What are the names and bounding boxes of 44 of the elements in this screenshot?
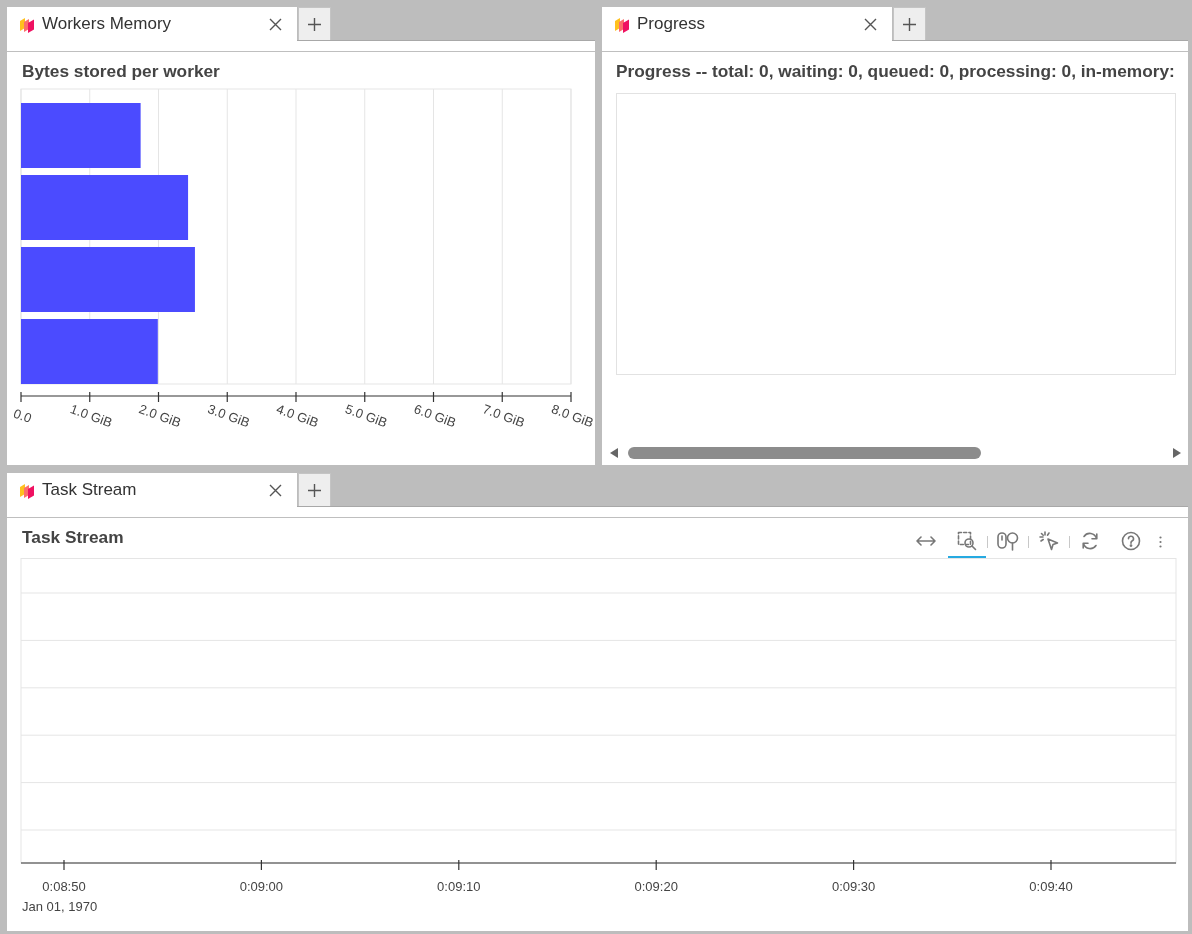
add-tab-button[interactable]: [298, 7, 331, 40]
cursor-click-icon: [1038, 531, 1059, 551]
axis-tick-label: 0:09:00: [239, 879, 284, 894]
axis-tick-label: 7.0 GiB: [480, 401, 527, 431]
axis-tick-label: 0:09:20: [634, 879, 678, 894]
more-options-icon[interactable]: [1159, 536, 1162, 548]
axis-tick-label: 4.0 GiB: [274, 401, 321, 431]
plus-icon: [308, 483, 321, 497]
axis-tick-label: 0:09:10: [437, 879, 481, 894]
axis-tick-label: 1.0 GiB: [68, 401, 115, 431]
tab[interactable]: Workers Memory: [7, 7, 297, 41]
close-icon[interactable]: [269, 17, 282, 31]
box-zoom-icon: [956, 531, 977, 551]
horizontal-arrows-icon: [915, 536, 936, 546]
add-tab-button[interactable]: [298, 473, 331, 506]
chart-title: Bytes stored per worker: [22, 61, 220, 81]
close-icon[interactable]: [864, 17, 877, 31]
axis-tick-label: 8.0 GiB: [549, 401, 595, 431]
help-icon: [1120, 531, 1141, 551]
tab[interactable]: Progress: [602, 7, 892, 41]
axis-tick-label: 3.0 GiB: [205, 401, 252, 431]
axis-tick-label: 0:08:50: [42, 879, 86, 894]
scroll-left-icon[interactable]: [610, 447, 618, 458]
scroll-right-icon[interactable]: [1173, 447, 1181, 458]
scrollbar-thumb[interactable]: [628, 446, 981, 459]
refresh-icon: [1079, 531, 1100, 551]
plus-icon: [308, 17, 321, 31]
blocks-icon: [615, 15, 629, 33]
plus-icon: [903, 17, 916, 31]
axis-tick-label: 0:09:30: [831, 879, 876, 894]
axis-tick-label: 6.0 GiB: [412, 401, 458, 431]
blocks-icon: [20, 15, 34, 33]
progress-title: Progress -- total: 0, waiting: 0, queued: 0, processing: 0, in-memory:: [616, 61, 1175, 81]
chart-title: Task Stream: [22, 527, 124, 547]
axis-tick-label: 0:09:40: [1029, 879, 1073, 894]
add-tab-button[interactable]: [893, 7, 926, 40]
mouse-zoom-icon: [996, 531, 1019, 551]
blocks-icon: [20, 481, 34, 499]
axis-tick-label: 5.0 GiB: [343, 401, 390, 431]
close-icon[interactable]: [269, 483, 282, 497]
axis-tick-label: 0.0: [11, 405, 34, 426]
axis-date-label: Jan 01, 1970: [22, 899, 98, 914]
axis-tick-label: 2.0 GiB: [137, 401, 183, 431]
tab[interactable]: Task Stream: [7, 473, 297, 507]
